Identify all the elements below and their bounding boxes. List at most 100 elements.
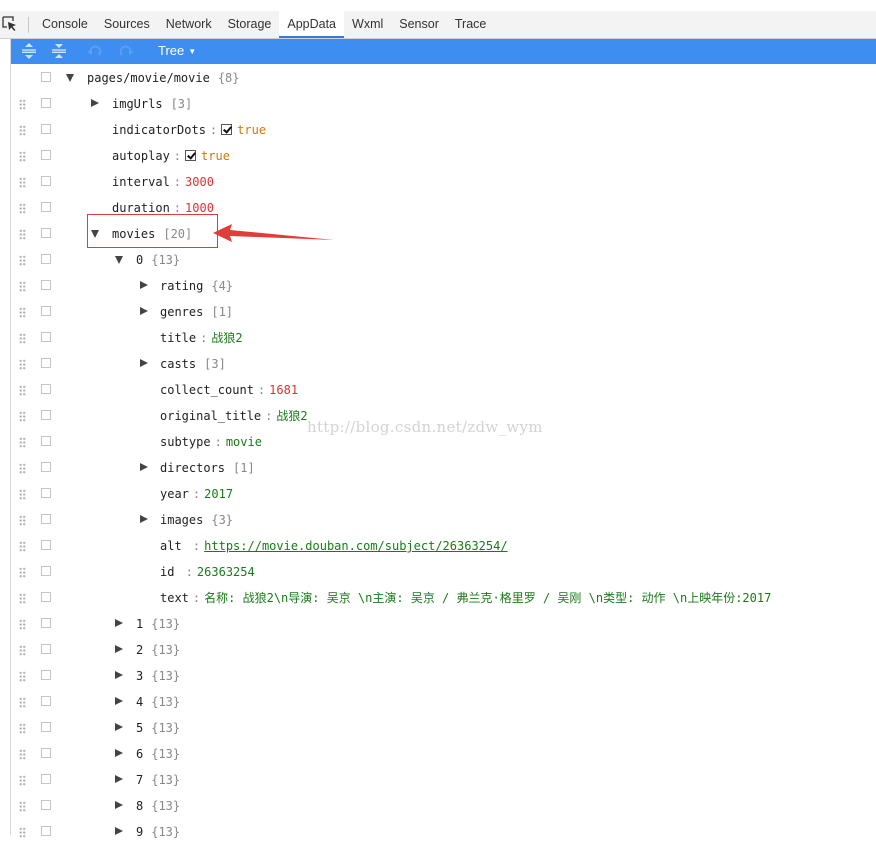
collapsed-arrow-icon[interactable] xyxy=(115,801,123,809)
collapsed-arrow-icon[interactable] xyxy=(115,775,123,783)
drag-handle-icon[interactable] xyxy=(19,463,26,474)
drag-handle-icon[interactable] xyxy=(19,541,26,552)
undo-icon[interactable] xyxy=(86,42,104,60)
expand-all-icon[interactable] xyxy=(20,42,38,60)
row-select-checkbox[interactable] xyxy=(41,722,51,732)
row-select-checkbox[interactable] xyxy=(41,410,51,420)
drag-handle-icon[interactable] xyxy=(19,593,26,604)
row-select-checkbox[interactable] xyxy=(41,800,51,810)
tab-sensor[interactable]: Sensor xyxy=(391,11,447,38)
row-select-checkbox[interactable] xyxy=(41,592,51,602)
tab-console[interactable]: Console xyxy=(34,11,96,38)
collapsed-arrow-icon[interactable] xyxy=(115,671,123,679)
tree-node: text: 名称: 战狼2\n导演: 吴京 \n主演: 吴京 / 弗兰克·格里罗 … xyxy=(160,585,771,611)
tree-node: 3 {13} xyxy=(136,663,180,689)
row-select-checkbox[interactable] xyxy=(41,150,51,160)
row-select-checkbox[interactable] xyxy=(41,280,51,290)
drag-handle-icon[interactable] xyxy=(19,333,26,344)
tab-appdata[interactable]: AppData xyxy=(279,11,345,38)
view-mode-dropdown[interactable]: Tree ▼ xyxy=(158,39,196,64)
tree-row: directors [1] xyxy=(11,455,876,481)
tab-sources[interactable]: Sources xyxy=(96,11,158,38)
tree-node: 9 {13} xyxy=(136,819,180,845)
row-select-checkbox[interactable] xyxy=(41,514,51,524)
row-select-checkbox[interactable] xyxy=(41,358,51,368)
value-link[interactable]: https://movie.douban.com/subject/2636325… xyxy=(204,539,507,553)
row-select-checkbox[interactable] xyxy=(41,228,51,238)
inspect-element-icon[interactable] xyxy=(2,16,18,32)
collapsed-arrow-icon[interactable] xyxy=(140,307,148,315)
collapsed-arrow-icon[interactable] xyxy=(115,619,123,627)
drag-handle-icon[interactable] xyxy=(19,619,26,630)
drag-handle-icon[interactable] xyxy=(19,515,26,526)
row-select-checkbox[interactable] xyxy=(41,384,51,394)
row-select-checkbox[interactable] xyxy=(41,566,51,576)
row-select-checkbox[interactable] xyxy=(41,748,51,758)
drag-handle-icon[interactable] xyxy=(19,307,26,318)
collapse-all-icon[interactable] xyxy=(50,42,68,60)
row-select-checkbox[interactable] xyxy=(41,540,51,550)
drag-handle-icon[interactable] xyxy=(19,489,26,500)
drag-handle-icon[interactable] xyxy=(19,99,26,110)
collapsed-arrow-icon[interactable] xyxy=(91,99,99,107)
drag-handle-icon[interactable] xyxy=(19,177,26,188)
drag-handle-icon[interactable] xyxy=(19,203,26,214)
drag-handle-icon[interactable] xyxy=(19,255,26,266)
drag-handle-icon[interactable] xyxy=(19,151,26,162)
drag-handle-icon[interactable] xyxy=(19,775,26,786)
drag-handle-icon[interactable] xyxy=(19,359,26,370)
row-select-checkbox[interactable] xyxy=(41,124,51,134)
collapsed-arrow-icon[interactable] xyxy=(115,723,123,731)
row-select-checkbox[interactable] xyxy=(41,98,51,108)
drag-handle-icon[interactable] xyxy=(19,567,26,578)
tree-row: 8 {13} xyxy=(11,793,876,819)
collapsed-arrow-icon[interactable] xyxy=(115,749,123,757)
row-select-checkbox[interactable] xyxy=(41,306,51,316)
drag-handle-icon[interactable] xyxy=(19,411,26,422)
expanded-arrow-icon[interactable] xyxy=(66,74,74,82)
boolean-checkbox[interactable] xyxy=(185,150,197,161)
redo-icon[interactable] xyxy=(117,42,135,60)
tab-trace[interactable]: Trace xyxy=(447,11,495,38)
row-select-checkbox[interactable] xyxy=(41,72,51,82)
row-select-checkbox[interactable] xyxy=(41,488,51,498)
tab-storage[interactable]: Storage xyxy=(220,11,280,38)
drag-handle-icon[interactable] xyxy=(19,437,26,448)
drag-handle-icon[interactable] xyxy=(19,697,26,708)
drag-handle-icon[interactable] xyxy=(19,229,26,240)
drag-handle-icon[interactable] xyxy=(19,671,26,682)
row-select-checkbox[interactable] xyxy=(41,696,51,706)
node-key: 0 xyxy=(136,253,144,267)
row-select-checkbox[interactable] xyxy=(41,332,51,342)
expanded-arrow-icon[interactable] xyxy=(115,256,123,264)
node-key: collect_count xyxy=(160,383,254,397)
drag-handle-icon[interactable] xyxy=(19,385,26,396)
row-select-checkbox[interactable] xyxy=(41,202,51,212)
collapsed-arrow-icon[interactable] xyxy=(140,463,148,471)
drag-handle-icon[interactable] xyxy=(19,281,26,292)
collapsed-arrow-icon[interactable] xyxy=(140,359,148,367)
boolean-checkbox[interactable] xyxy=(221,124,233,135)
row-select-checkbox[interactable] xyxy=(41,436,51,446)
node-key: casts xyxy=(160,357,197,371)
row-select-checkbox[interactable] xyxy=(41,774,51,784)
drag-handle-icon[interactable] xyxy=(19,645,26,656)
row-select-checkbox[interactable] xyxy=(41,618,51,628)
tab-network[interactable]: Network xyxy=(158,11,220,38)
drag-handle-icon[interactable] xyxy=(19,749,26,760)
collapsed-arrow-icon[interactable] xyxy=(115,645,123,653)
row-select-checkbox[interactable] xyxy=(41,644,51,654)
drag-handle-icon[interactable] xyxy=(19,801,26,812)
collapsed-arrow-icon[interactable] xyxy=(115,827,123,835)
row-select-checkbox[interactable] xyxy=(41,670,51,680)
drag-handle-icon[interactable] xyxy=(19,723,26,734)
row-select-checkbox[interactable] xyxy=(41,462,51,472)
collapsed-arrow-icon[interactable] xyxy=(140,281,148,289)
tab-wxml[interactable]: Wxml xyxy=(344,11,391,38)
row-select-checkbox[interactable] xyxy=(41,254,51,264)
drag-handle-icon[interactable] xyxy=(19,827,26,838)
collapsed-arrow-icon[interactable] xyxy=(115,697,123,705)
row-select-checkbox[interactable] xyxy=(41,176,51,186)
drag-handle-icon[interactable] xyxy=(19,125,26,136)
collapsed-arrow-icon[interactable] xyxy=(140,515,148,523)
